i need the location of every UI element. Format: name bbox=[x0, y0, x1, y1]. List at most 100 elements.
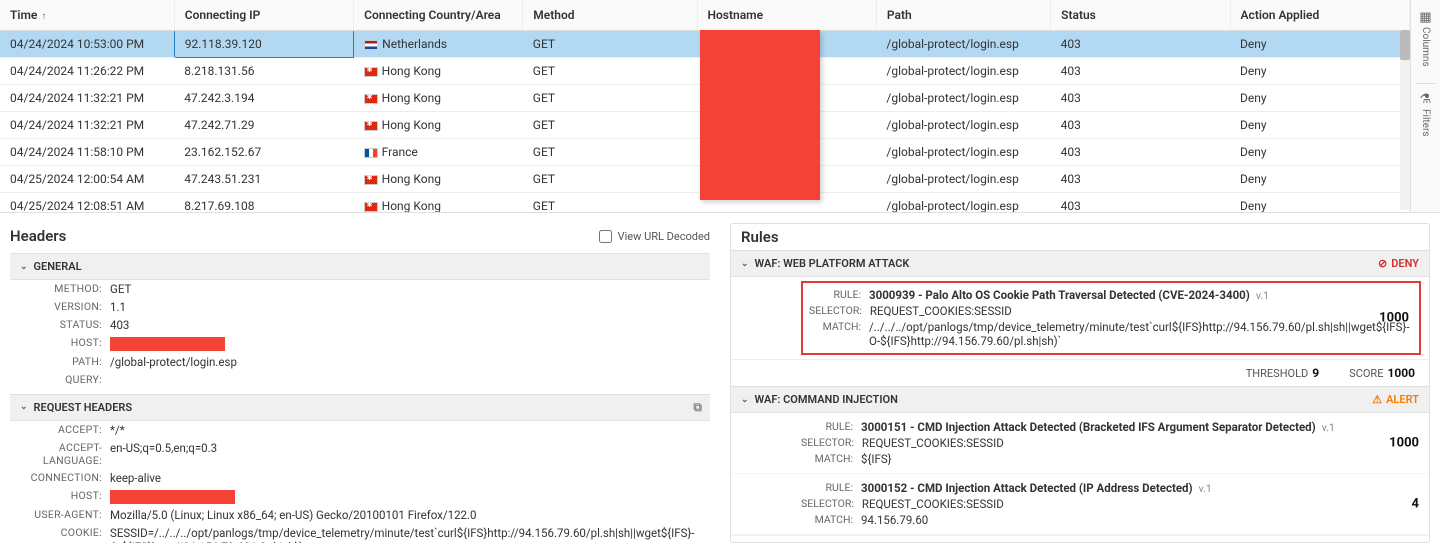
kv-reqhost: HOST: bbox=[10, 487, 710, 506]
log-table-wrap: Time ↑ Connecting IP Connecting Country/A… bbox=[0, 0, 1410, 212]
cell-time: 04/25/2024 12:08:51 AM bbox=[0, 193, 174, 213]
rule-highlight-box: RULE:3000939 - Palo Alto OS Cookie Path … bbox=[801, 281, 1421, 355]
k-match: MATCH: bbox=[801, 452, 861, 466]
cell-time: 04/24/2024 11:26:22 PM bbox=[0, 58, 174, 85]
col-time-label: Time bbox=[10, 8, 37, 22]
rule-row: RULE:3000151 - CMD Injection Attack Dete… bbox=[801, 419, 1419, 435]
cell-action: Deny bbox=[1230, 58, 1409, 85]
k-acclang: ACCEPT-LANGUAGE: bbox=[20, 441, 110, 467]
cell-time: 04/24/2024 11:58:10 PM bbox=[0, 139, 174, 166]
k-host: HOST: bbox=[20, 336, 110, 351]
cell-time: 04/25/2024 12:00:54 AM bbox=[0, 166, 174, 193]
waf-platform-header[interactable]: ⌄ WAF: WEB PLATFORM ATTACK ⊘DENY bbox=[731, 250, 1429, 277]
threshold-v: 9 bbox=[1312, 366, 1319, 380]
filters-label[interactable]: Filters bbox=[1420, 109, 1431, 137]
kv-method: METHOD:GET bbox=[10, 280, 710, 298]
flag-icon bbox=[364, 121, 378, 131]
headers-title-row: Headers View URL Decoded bbox=[10, 223, 710, 253]
v-sel: REQUEST_COOKIES:SESSID bbox=[870, 304, 1413, 318]
v-cookie: SESSID=/../../../opt/panlogs/tmp/device_… bbox=[110, 526, 700, 543]
cell-country: Hong Kong bbox=[354, 112, 523, 139]
rule-row: RULE:3000939 - Palo Alto OS Cookie Path … bbox=[809, 287, 1413, 303]
scrollbar-thumb[interactable] bbox=[1400, 30, 1410, 60]
match-row: MATCH:94.156.79.60 bbox=[801, 512, 1419, 528]
v-query bbox=[110, 373, 700, 386]
v-match: /../../../opt/panlogs/tmp/device_telemet… bbox=[869, 320, 1413, 348]
headers-title: Headers bbox=[10, 227, 66, 245]
request-headers-section-header[interactable]: ⌄ REQUEST HEADERS ⧉ bbox=[10, 394, 710, 421]
columns-label[interactable]: Columns bbox=[1420, 27, 1431, 67]
copy-icon[interactable]: ⧉ bbox=[693, 400, 702, 415]
col-status[interactable]: Status bbox=[1051, 0, 1230, 31]
table-header-row: Time ↑ Connecting IP Connecting Country/A… bbox=[0, 0, 1410, 31]
request-headers-label: REQUEST HEADERS bbox=[34, 401, 133, 414]
general-section-header[interactable]: ⌄ GENERAL bbox=[10, 253, 710, 280]
cell-method: GET bbox=[523, 85, 697, 112]
view-url-decoded-checkbox[interactable] bbox=[599, 230, 612, 243]
match-row: MATCH:/../../../opt/panlogs/tmp/device_t… bbox=[809, 319, 1413, 349]
cell-action: Deny bbox=[1230, 166, 1409, 193]
columns-icon[interactable]: ▦ bbox=[1419, 10, 1431, 25]
col-ip[interactable]: Connecting IP bbox=[174, 0, 353, 31]
log-table-region: Time ↑ Connecting IP Connecting Country/A… bbox=[0, 0, 1440, 213]
kv-query: QUERY: bbox=[10, 371, 710, 388]
k-rule: RULE: bbox=[801, 481, 861, 495]
flag-icon bbox=[364, 202, 378, 212]
k-method: METHOD: bbox=[20, 282, 110, 296]
threshold-label: THRESHOLD9 bbox=[1246, 542, 1319, 543]
k-sel: SELECTOR: bbox=[801, 436, 862, 450]
cell-method: GET bbox=[523, 112, 697, 139]
view-url-decoded-label: View URL Decoded bbox=[618, 230, 710, 243]
selector-row: SELECTOR:REQUEST_COOKIES:SESSID bbox=[801, 496, 1419, 512]
kv-ua: USER-AGENT:Mozilla/5.0 (Linux; Linux x86… bbox=[10, 506, 710, 524]
kv-acclang: ACCEPT-LANGUAGE:en-US;q=0.5,en;q=0.3 bbox=[10, 439, 710, 469]
rule-ver: v.1 bbox=[1322, 421, 1335, 434]
kv-accept: ACCEPT:*/* bbox=[10, 421, 710, 439]
v-ua: Mozilla/5.0 (Linux; Linux x86_64; en-US)… bbox=[110, 508, 700, 522]
cell-ip: 47.242.71.29 bbox=[174, 112, 353, 139]
cell-status: 403 bbox=[1051, 112, 1230, 139]
col-action[interactable]: Action Applied bbox=[1230, 0, 1409, 31]
filters-icon[interactable]: ⚗ bbox=[1420, 92, 1432, 107]
cell-ip: 47.242.3.194 bbox=[174, 85, 353, 112]
chevron-down-icon: ⌄ bbox=[741, 395, 749, 405]
col-country[interactable]: Connecting Country/Area bbox=[354, 0, 523, 31]
chevron-down-icon: ⌄ bbox=[20, 402, 28, 412]
cell-status: 403 bbox=[1051, 139, 1230, 166]
col-path[interactable]: Path bbox=[876, 0, 1050, 31]
v-path: /global-protect/login.esp bbox=[110, 355, 700, 369]
cell-action: Deny bbox=[1230, 85, 1409, 112]
rule-score: 1000 bbox=[1379, 311, 1409, 326]
waf-cmd-header[interactable]: ⌄ WAF: COMMAND INJECTION ⚠ALERT bbox=[731, 386, 1429, 413]
cell-path: /global-protect/login.esp bbox=[876, 112, 1050, 139]
rules-panel: Rules ⌄ WAF: WEB PLATFORM ATTACK ⊘DENY R… bbox=[730, 223, 1430, 543]
cell-method: GET bbox=[523, 166, 697, 193]
redacted-req-host bbox=[110, 490, 235, 504]
cell-path: /global-protect/login.esp bbox=[876, 166, 1050, 193]
chevron-down-icon: ⌄ bbox=[20, 262, 28, 272]
col-method[interactable]: Method bbox=[523, 0, 697, 31]
cell-method: GET bbox=[523, 58, 697, 85]
score-k: SCORE bbox=[1349, 367, 1383, 380]
sort-asc-icon: ↑ bbox=[41, 11, 46, 22]
kv-status: STATUS:403 bbox=[10, 316, 710, 334]
cell-country: Hong Kong bbox=[354, 85, 523, 112]
deny-badge: ⊘DENY bbox=[1378, 257, 1419, 270]
vertical-scrollbar[interactable] bbox=[1400, 30, 1410, 210]
deny-icon: ⊘ bbox=[1378, 257, 1387, 270]
rules-title: Rules bbox=[741, 228, 779, 246]
k-path: PATH: bbox=[20, 355, 110, 369]
cell-path: /global-protect/login.esp bbox=[876, 31, 1050, 58]
cell-country: Hong Kong bbox=[354, 193, 523, 213]
detail-region: Headers View URL Decoded ⌄ GENERAL METHO… bbox=[0, 213, 1440, 553]
v-sel: REQUEST_COOKIES:SESSID bbox=[862, 436, 1419, 450]
cell-ip: 92.118.39.120 bbox=[174, 31, 353, 58]
threshold-label: THRESHOLD9 bbox=[1246, 366, 1319, 380]
view-url-decoded-toggle[interactable]: View URL Decoded bbox=[599, 230, 710, 243]
col-hostname[interactable]: Hostname bbox=[697, 0, 876, 31]
col-time[interactable]: Time ↑ bbox=[0, 0, 174, 31]
v-rule: 3000152 - CMD Injection Attack Detected … bbox=[861, 481, 1419, 495]
flag-icon bbox=[364, 67, 378, 77]
cell-action: Deny bbox=[1230, 193, 1409, 213]
rule-row: RULE:3000152 - CMD Injection Attack Dete… bbox=[801, 480, 1419, 496]
